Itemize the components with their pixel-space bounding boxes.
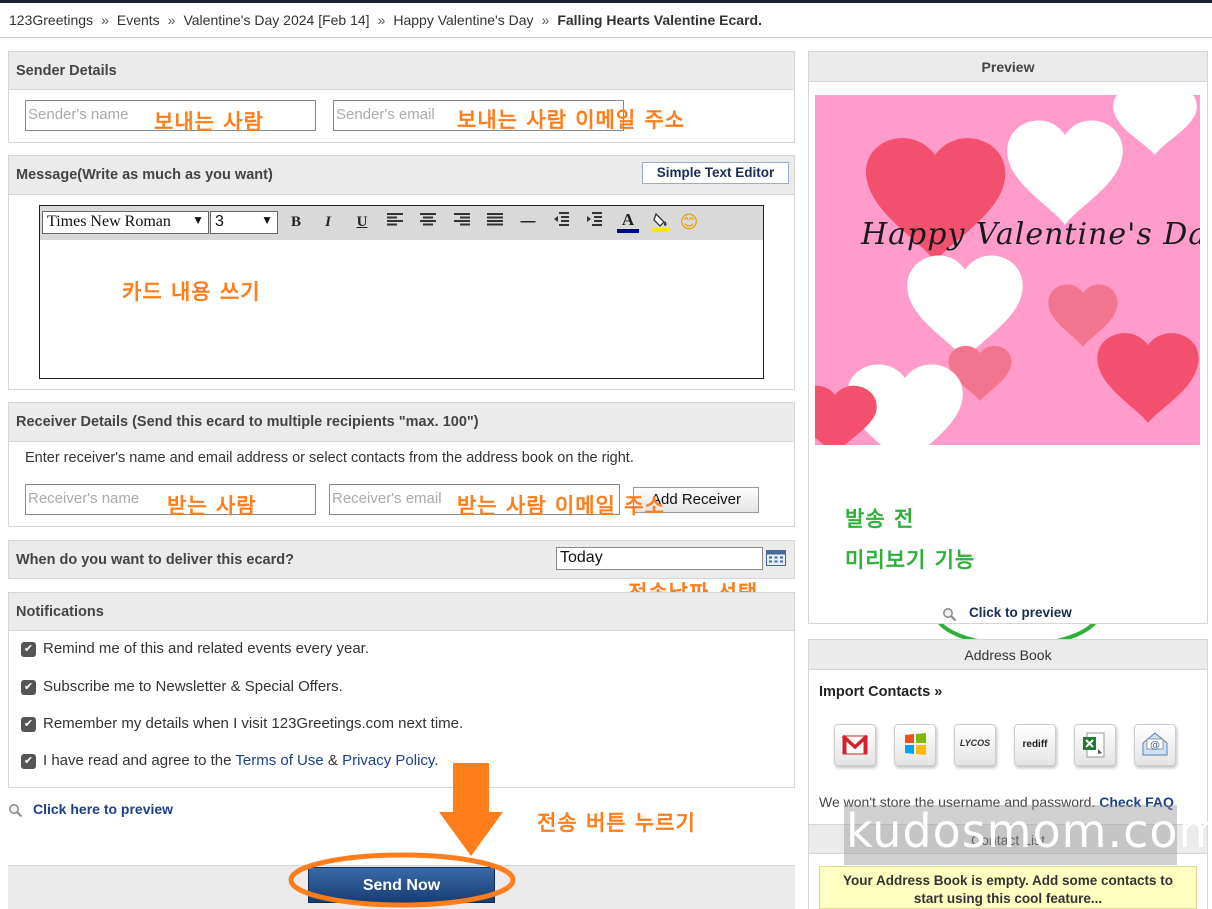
breadcrumb-item-current: Falling Hearts Valentine Ecard. bbox=[557, 12, 762, 28]
remind-label: Remind me of this and related events eve… bbox=[43, 640, 370, 657]
indent-icon[interactable] bbox=[583, 211, 605, 233]
emoji-button[interactable]: 😊 bbox=[677, 211, 701, 233]
italic-button[interactable]: I bbox=[318, 211, 338, 233]
preview-heading: Preview bbox=[809, 52, 1207, 82]
align-center-icon[interactable] bbox=[417, 211, 439, 233]
annotation-sender-name: 보내는 사람 bbox=[154, 110, 264, 134]
highlight-color-icon[interactable] bbox=[650, 211, 672, 233]
annotation-card-content: 카드 내용 쓰기 bbox=[122, 280, 261, 304]
bold-button[interactable]: B bbox=[286, 211, 306, 233]
newsletter-label: Subscribe me to Newsletter & Special Off… bbox=[43, 678, 343, 695]
breadcrumb-separator: » bbox=[101, 12, 109, 28]
ecard-preview-image[interactable]: Happy Valentine's Day! bbox=[815, 95, 1200, 445]
annotation-sender-email: 보내는 사람 이메일 주소 bbox=[457, 108, 686, 132]
breadcrumb-item-home[interactable]: 123Greetings bbox=[9, 12, 93, 28]
breadcrumb-item-valentines-2024[interactable]: Valentine's Day 2024 [Feb 14] bbox=[183, 12, 369, 28]
svg-text:@: @ bbox=[1150, 740, 1160, 751]
underline-button[interactable]: U bbox=[352, 211, 372, 233]
email-icon[interactable]: @ bbox=[1134, 724, 1176, 766]
newsletter-checkbox[interactable]: ✔ bbox=[21, 680, 36, 695]
breadcrumb-item-events[interactable]: Events bbox=[117, 12, 160, 28]
rediff-label: rediff bbox=[1022, 739, 1048, 750]
preview-link[interactable]: Click here to preview bbox=[33, 801, 173, 817]
excel-icon[interactable] bbox=[1074, 724, 1116, 766]
calendar-icon[interactable] bbox=[766, 550, 786, 571]
remember-label: Remember my details when I visit 123Gree… bbox=[43, 715, 464, 732]
magnifier-icon bbox=[8, 803, 23, 823]
simple-text-editor-button[interactable]: Simple Text Editor bbox=[642, 162, 789, 184]
magnifier-icon bbox=[942, 607, 957, 627]
privacy-policy-link[interactable]: Privacy Policy bbox=[342, 752, 434, 769]
send-now-button[interactable]: Send Now bbox=[308, 867, 495, 903]
annotation-send-press: 전송 버튼 누르기 bbox=[537, 811, 696, 835]
terms-checkbox[interactable]: ✔ bbox=[21, 754, 36, 769]
annotation-preview-line1: 발송 전 bbox=[845, 507, 915, 531]
annotation-receiver-name: 받는 사람 bbox=[167, 494, 257, 518]
lycos-icon[interactable]: LYCOS bbox=[954, 724, 996, 766]
click-to-preview-link[interactable]: Click to preview bbox=[969, 605, 1072, 620]
lycos-label: LYCOS bbox=[959, 738, 991, 748]
remind-checkbox[interactable]: ✔ bbox=[21, 642, 36, 657]
breadcrumb-separator: » bbox=[167, 12, 176, 28]
hearts-illustration bbox=[815, 95, 1199, 445]
terms-label: I have read and agree to the Terms of Us… bbox=[43, 752, 439, 769]
receiver-instructions: Enter receiver's name and email address … bbox=[25, 450, 634, 466]
breadcrumb-item-happy-valentines[interactable]: Happy Valentine's Day bbox=[393, 12, 533, 28]
remember-checkbox[interactable]: ✔ bbox=[21, 717, 36, 732]
notifications-heading: Notifications bbox=[9, 593, 794, 631]
horizontal-rule-button[interactable]: — bbox=[517, 211, 539, 233]
breadcrumb-separator: » bbox=[541, 12, 550, 28]
align-right-icon[interactable] bbox=[451, 211, 473, 233]
chevron-down-icon: ▼ bbox=[192, 213, 204, 227]
font-family-select[interactable]: Times New Roman ▼ bbox=[42, 211, 209, 234]
chevron-down-icon: ▼ bbox=[261, 213, 273, 227]
breadcrumb: 123Greetings » Events » Valentine's Day 2024… bbox=[0, 3, 1212, 38]
terms-of-use-link[interactable]: Terms of Use bbox=[235, 752, 323, 769]
breadcrumb-separator: » bbox=[377, 12, 386, 28]
font-size-select[interactable]: 3 ▼ bbox=[210, 211, 278, 234]
address-book-heading: Address Book bbox=[809, 640, 1207, 670]
annotation-receiver-email: 받는 사람 이메일 주소 bbox=[457, 494, 665, 518]
watermark-text: kudosmom.com bbox=[846, 804, 1212, 858]
sender-heading: Sender Details bbox=[9, 52, 794, 90]
import-contacts-label: Import Contacts » bbox=[819, 684, 943, 700]
font-color-button[interactable]: A bbox=[617, 209, 639, 233]
annotation-preview-line2: 미리보기 기능 bbox=[845, 548, 976, 572]
align-left-icon[interactable] bbox=[384, 211, 406, 233]
ecard-greeting-text: Happy Valentine's Day! bbox=[861, 217, 1200, 252]
receiver-heading: Receiver Details (Send this ecard to mul… bbox=[9, 403, 794, 442]
windows-live-icon[interactable] bbox=[894, 724, 936, 766]
address-book-empty-message: Your Address Book is empty. Add some con… bbox=[819, 866, 1197, 909]
justify-icon[interactable] bbox=[484, 211, 506, 233]
delivery-date-input[interactable]: Today bbox=[556, 547, 763, 570]
outdent-icon[interactable] bbox=[550, 211, 572, 233]
rediff-icon[interactable]: rediff bbox=[1014, 724, 1056, 766]
gmail-icon[interactable] bbox=[834, 724, 876, 766]
